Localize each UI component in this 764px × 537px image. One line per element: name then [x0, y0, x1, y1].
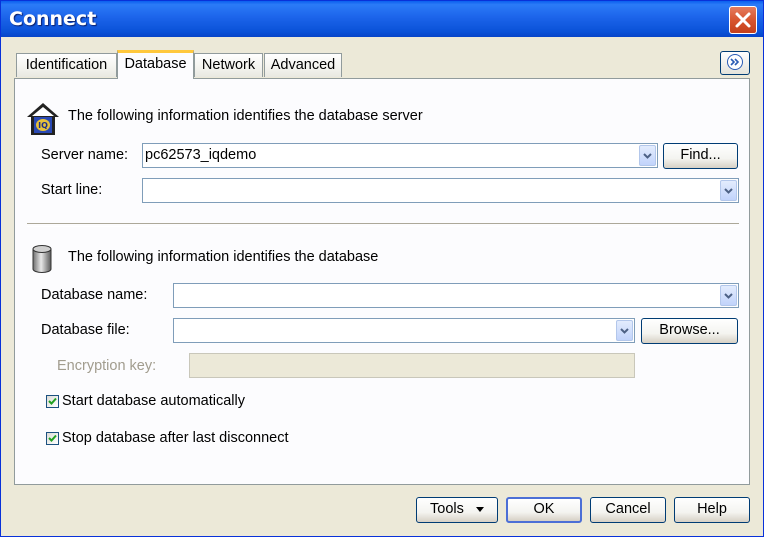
find-button-label: Find...	[680, 147, 721, 163]
database-name-label: Database name:	[41, 287, 148, 303]
stop-after-disconnect-checkbox[interactable]	[46, 432, 59, 445]
start-automatically-label[interactable]: Start database automatically	[62, 393, 245, 409]
database-tab-panel	[14, 78, 750, 485]
connect-dialog: Connect Identification Database Network …	[0, 0, 764, 537]
help-button[interactable]: Help	[674, 497, 750, 523]
find-button[interactable]: Find...	[663, 143, 738, 169]
browse-button-label: Browse...	[659, 322, 720, 338]
cancel-button[interactable]: Cancel	[590, 497, 666, 523]
help-button-label: Help	[697, 501, 727, 517]
ok-button-label: OK	[533, 501, 555, 517]
database-server-icon: IQ	[27, 103, 59, 135]
server-section-heading: The following information identifies the…	[68, 108, 423, 124]
browse-button[interactable]: Browse...	[641, 318, 738, 344]
database-file-combo[interactable]	[173, 318, 635, 343]
tab-network[interactable]: Network	[194, 53, 263, 77]
dropdown-button[interactable]	[639, 145, 656, 166]
tab-database[interactable]: Database	[117, 50, 194, 79]
database-name-combo[interactable]	[173, 283, 739, 308]
stop-after-disconnect-label[interactable]: Stop database after last disconnect	[62, 430, 289, 446]
window-title: Connect	[9, 8, 97, 30]
dropdown-button[interactable]	[616, 320, 633, 341]
tab-label: Identification	[25, 57, 108, 73]
tab-identification[interactable]: Identification	[16, 53, 117, 77]
chevron-down-icon	[724, 293, 733, 299]
tab-label: Network	[201, 57, 256, 73]
encryption-key-field	[189, 353, 635, 378]
title-bar[interactable]: Connect	[1, 1, 763, 37]
checkmark-icon	[48, 397, 57, 405]
database-section-heading: The following information identifies the…	[68, 249, 379, 265]
server-name-value: pc62573_iqdemo	[145, 147, 257, 163]
tools-button-label: Tools	[430, 501, 464, 517]
ok-button[interactable]: OK	[506, 497, 582, 523]
start-line-combo[interactable]	[142, 178, 739, 203]
database-file-label: Database file:	[41, 322, 130, 338]
tab-label: Advanced	[270, 57, 336, 73]
start-automatically-checkbox[interactable]	[46, 395, 59, 408]
server-name-combo[interactable]: pc62573_iqdemo	[142, 143, 658, 168]
start-line-label: Start line:	[41, 182, 103, 198]
double-chevron-right-icon	[727, 54, 743, 70]
close-button[interactable]	[729, 6, 757, 34]
chevron-down-icon	[643, 153, 652, 159]
chevron-down-icon	[620, 328, 629, 334]
encryption-key-label: Encryption key:	[57, 358, 157, 374]
close-icon	[735, 12, 751, 28]
tab-advanced[interactable]: Advanced	[264, 53, 342, 77]
database-icon	[32, 245, 52, 273]
checkmark-icon	[48, 434, 57, 442]
tools-button[interactable]: Tools	[416, 497, 498, 523]
cancel-button-label: Cancel	[605, 501, 651, 517]
dropdown-button[interactable]	[720, 285, 737, 306]
section-separator	[27, 223, 739, 227]
chevron-down-icon	[724, 188, 733, 194]
server-name-label: Server name:	[41, 147, 129, 163]
svg-text:IQ: IQ	[38, 121, 48, 130]
dropdown-button[interactable]	[720, 180, 737, 201]
more-tabs-button[interactable]	[720, 51, 750, 75]
caret-down-icon	[475, 506, 484, 512]
tab-label: Database	[124, 56, 187, 72]
